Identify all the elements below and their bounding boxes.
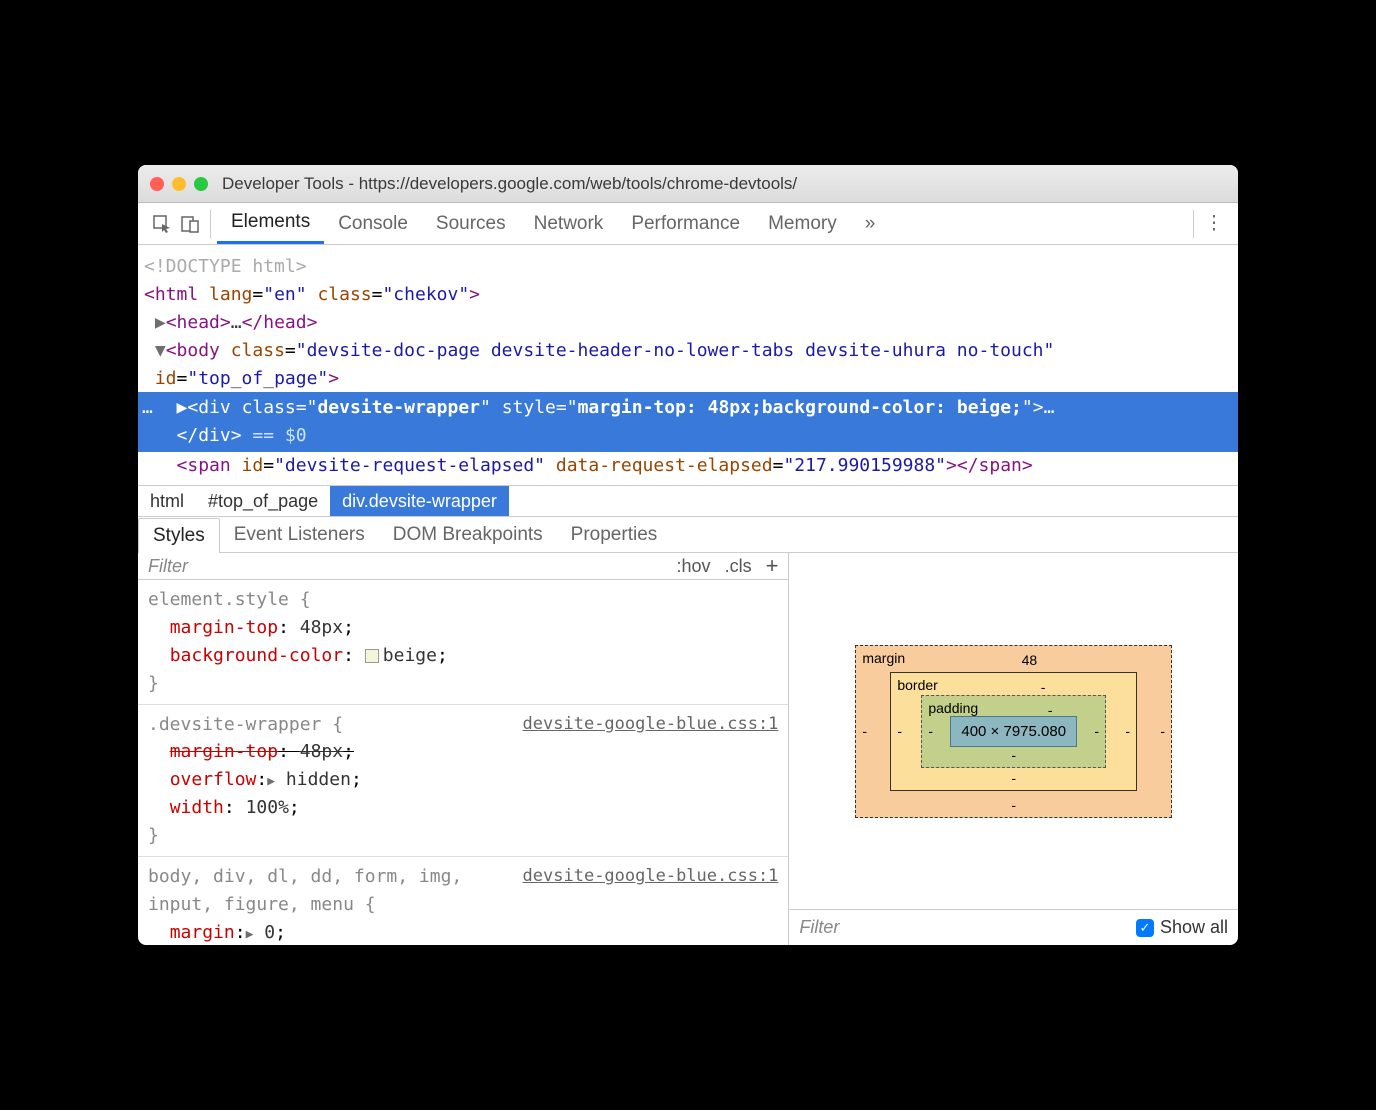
tab-sources[interactable]: Sources (422, 203, 520, 244)
dom-tree[interactable]: <!DOCTYPE html> <html lang="en" class="c… (138, 245, 1238, 485)
hov-toggle[interactable]: :hov (677, 556, 711, 577)
devtools-window: Developer Tools - https://developers.goo… (138, 165, 1238, 945)
window-title: Developer Tools - https://developers.goo… (222, 174, 797, 194)
content-dimensions[interactable]: 400 × 7975.080 (950, 716, 1077, 747)
computed-filter-input[interactable]: Filter (799, 917, 1136, 938)
crumb-body[interactable]: #top_of_page (196, 486, 330, 516)
tab-more[interactable]: » (851, 203, 890, 244)
color-swatch-icon[interactable] (365, 649, 379, 663)
new-rule-button[interactable]: + (766, 553, 779, 579)
subtab-styles[interactable]: Styles (138, 518, 220, 553)
rule-element-style[interactable]: element.style { margin-top: 48px; backgr… (138, 580, 788, 705)
tab-performance[interactable]: Performance (617, 203, 754, 244)
breadcrumb: html #top_of_page div.devsite-wrapper (138, 485, 1238, 517)
rule-body-reset[interactable]: devsite-google-blue.css:1 body, div, dl,… (138, 857, 788, 945)
close-window-button[interactable] (150, 177, 164, 191)
styles-filter-input[interactable]: Filter (148, 556, 663, 577)
crumb-selected[interactable]: div.devsite-wrapper (330, 486, 509, 516)
tab-network[interactable]: Network (520, 203, 618, 244)
titlebar: Developer Tools - https://developers.goo… (138, 165, 1238, 203)
tab-elements[interactable]: Elements (217, 203, 324, 244)
tab-memory[interactable]: Memory (754, 203, 851, 244)
show-all-checkbox[interactable]: ✓ (1136, 919, 1154, 937)
rule-devsite-wrapper[interactable]: devsite-google-blue.css:1 .devsite-wrapp… (138, 705, 788, 857)
styles-pane: Filter :hov .cls + element.style { margi… (138, 553, 789, 945)
styles-subtabs: Styles Event Listeners DOM Breakpoints P… (138, 517, 1238, 553)
computed-pane: margin 48 - - - border - - - - padding - (789, 553, 1238, 945)
box-model[interactable]: margin 48 - - - border - - - - padding - (789, 553, 1238, 909)
margin-label: margin (862, 650, 905, 666)
source-link[interactable]: devsite-google-blue.css:1 (523, 711, 779, 737)
main-toolbar: Elements Console Sources Network Perform… (138, 203, 1238, 245)
kebab-menu-icon[interactable]: ⋮ (1200, 210, 1228, 238)
inspect-element-icon[interactable] (148, 210, 176, 238)
styles-filter-row: Filter :hov .cls + (138, 553, 788, 580)
margin-top-value[interactable]: 48 (1022, 652, 1038, 668)
dom-selected-node[interactable]: … ▶<div class="devsite-wrapper" style="m… (138, 392, 1238, 452)
computed-filter-row: Filter ✓ Show all (789, 909, 1238, 945)
subtab-properties[interactable]: Properties (557, 518, 672, 552)
subtab-event-listeners[interactable]: Event Listeners (220, 518, 379, 552)
padding-label: padding (928, 700, 978, 716)
subtab-dom-breakpoints[interactable]: DOM Breakpoints (379, 518, 557, 552)
tab-console[interactable]: Console (324, 203, 422, 244)
show-all-label[interactable]: Show all (1160, 917, 1228, 938)
window-controls (150, 177, 208, 191)
border-label: border (897, 677, 937, 693)
dom-doctype[interactable]: <!DOCTYPE html> (144, 256, 307, 277)
zoom-window-button[interactable] (194, 177, 208, 191)
crumb-html[interactable]: html (138, 486, 196, 516)
device-toggle-icon[interactable] (176, 210, 204, 238)
minimize-window-button[interactable] (172, 177, 186, 191)
bottom-panes: Filter :hov .cls + element.style { margi… (138, 553, 1238, 945)
source-link[interactable]: devsite-google-blue.css:1 (523, 863, 779, 889)
cls-toggle[interactable]: .cls (725, 556, 752, 577)
